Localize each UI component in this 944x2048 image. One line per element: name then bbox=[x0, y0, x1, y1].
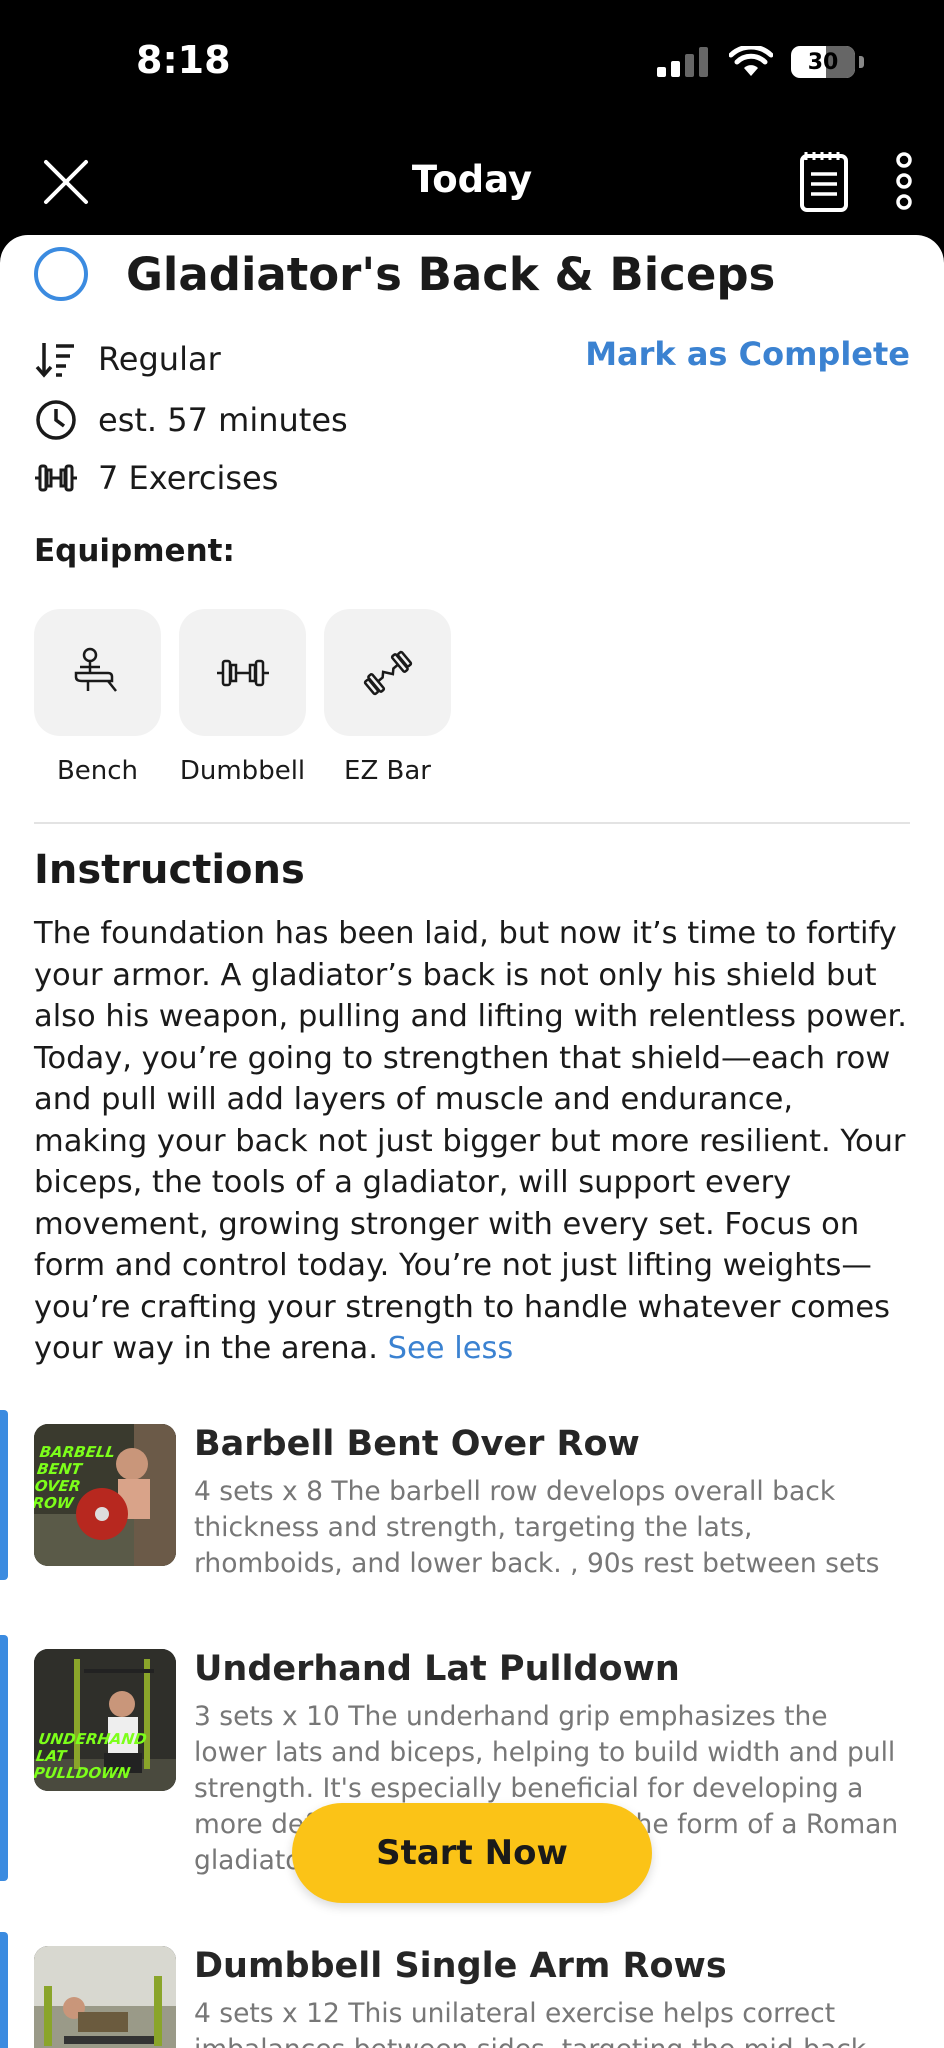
exercise-thumbnail bbox=[34, 1946, 176, 2048]
exercise-video-image bbox=[34, 1946, 176, 2048]
instructions-heading: Instructions bbox=[34, 847, 305, 893]
more-options-icon[interactable] bbox=[886, 148, 922, 214]
exercise-description: 4 sets x 8 The barbell row develops over… bbox=[194, 1476, 880, 1579]
signal-icon bbox=[657, 47, 708, 77]
equipment-list: Bench Dumbbell EZ Bar bbox=[34, 609, 451, 786]
exercise-thumbnail: UNDERHAND LAT PULLDOWN bbox=[34, 1649, 176, 1791]
dumbbell-icon bbox=[216, 659, 269, 686]
top-nav: Today bbox=[0, 130, 944, 235]
status-bar: 8:18 30 bbox=[0, 0, 944, 130]
dumbbell-icon bbox=[35, 464, 77, 492]
complete-checkbox[interactable] bbox=[34, 247, 88, 301]
exercise-count-row: 7 Exercises bbox=[34, 456, 278, 500]
exercise-item[interactable]: Dumbbell Single Arm Rows 4 sets x 12 Thi… bbox=[0, 1932, 944, 2048]
equipment-item-dumbbell[interactable]: Dumbbell bbox=[179, 609, 306, 786]
exercise-item[interactable]: BARBELL BENT OVER ROW Barbell Bent Over … bbox=[0, 1410, 944, 1580]
divider bbox=[34, 822, 910, 824]
duration-row: est. 57 minutes bbox=[34, 398, 348, 442]
exercise-accent-bar bbox=[0, 1932, 8, 2048]
exercise-accent-bar bbox=[0, 1635, 8, 1881]
see-less-link[interactable]: See less bbox=[388, 1331, 514, 1366]
thumbnail-overlay-text: UNDERHAND LAT PULLDOWN bbox=[34, 1730, 148, 1782]
status-icons: 30 bbox=[657, 46, 864, 78]
status-time: 8:18 bbox=[136, 38, 231, 82]
battery-level: 30 bbox=[807, 49, 839, 75]
notes-icon[interactable] bbox=[794, 148, 854, 214]
wifi-icon bbox=[729, 46, 773, 76]
equipment-heading: Equipment: bbox=[34, 533, 235, 569]
exercise-name: Dumbbell Single Arm Rows bbox=[194, 1946, 727, 1986]
exercise-name: Barbell Bent Over Row bbox=[194, 1424, 640, 1464]
workout-duration: est. 57 minutes bbox=[98, 401, 348, 439]
instructions-text: The foundation has been laid, but now it… bbox=[34, 913, 914, 1370]
exercise-name: Underhand Lat Pulldown bbox=[194, 1649, 680, 1689]
clock-icon bbox=[36, 400, 76, 440]
thumbnail-overlay-text: BARBELL BENT OVER ROW bbox=[34, 1443, 117, 1512]
workout-type: Regular bbox=[98, 340, 221, 378]
equipment-label: Bench bbox=[56, 756, 139, 786]
equipment-label: Dumbbell bbox=[179, 756, 306, 786]
exercise-thumbnail: BARBELL BENT OVER ROW bbox=[34, 1424, 176, 1566]
sort-icon bbox=[35, 343, 74, 378]
workout-type-row: Regular bbox=[34, 337, 221, 381]
equipment-item-ez-bar[interactable]: EZ Bar bbox=[324, 609, 451, 786]
mark-complete-button[interactable]: Mark as Complete bbox=[585, 335, 910, 373]
ez-bar-icon bbox=[363, 650, 412, 695]
equipment-label: EZ Bar bbox=[344, 756, 431, 786]
exercise-accent-bar bbox=[0, 1410, 8, 1580]
equipment-item-bench[interactable]: Bench bbox=[34, 609, 161, 786]
instructions-body: The foundation has been laid, but now it… bbox=[34, 916, 907, 1366]
exercise-description: 4 sets x 12 This unilateral exercise hel… bbox=[194, 1998, 866, 2048]
workout-sheet: Gladiator's Back & Biceps Regular Mark a… bbox=[0, 235, 944, 2048]
workout-header: Gladiator's Back & Biceps bbox=[34, 247, 775, 301]
exercise-count: 7 Exercises bbox=[98, 459, 279, 497]
bench-icon bbox=[74, 647, 117, 692]
start-now-button[interactable]: Start Now bbox=[292, 1803, 652, 1903]
workout-title: Gladiator's Back & Biceps bbox=[126, 247, 776, 301]
battery-icon: 30 bbox=[791, 46, 855, 78]
